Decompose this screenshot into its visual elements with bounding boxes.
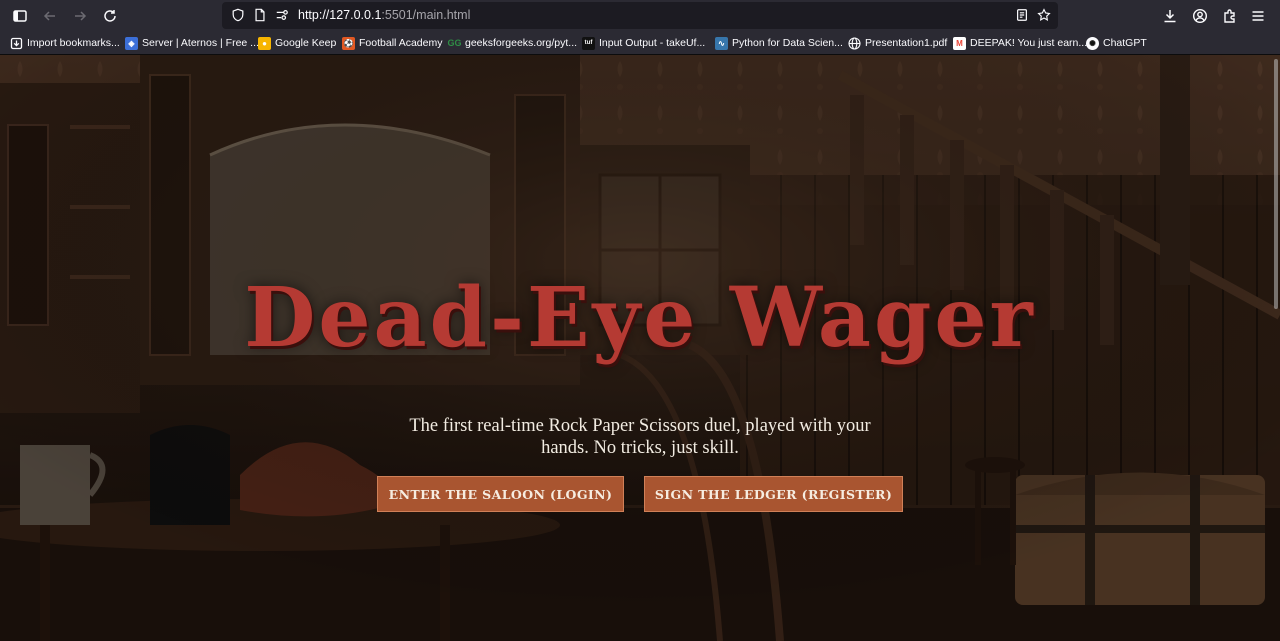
hero-subtitle: The first real-time Rock Paper Scissors … bbox=[409, 416, 871, 458]
bookmark-label: Server | Aternos | Free ... bbox=[142, 37, 259, 49]
sidebar-toggle-icon[interactable] bbox=[8, 4, 32, 28]
bookmark-label: DEEPAK! You just earn... bbox=[970, 37, 1088, 49]
bookmark-presentation[interactable]: Presentation1.pdf bbox=[848, 35, 947, 51]
bookmark-label: Presentation1.pdf bbox=[865, 37, 948, 49]
game-title: Dead-Eye Wager bbox=[244, 270, 1036, 366]
browser-toolbar: http://127.0.0.1:5501/main.html bbox=[0, 0, 1280, 31]
permissions-icon[interactable] bbox=[274, 7, 290, 23]
tracking-protection-icon[interactable] bbox=[230, 7, 246, 23]
bookmark-python[interactable]: ∿ Python for Data Scien... bbox=[715, 35, 843, 51]
bookmark-star-icon[interactable] bbox=[1036, 7, 1052, 23]
football-academy-icon: ⚽ bbox=[342, 36, 355, 50]
register-button[interactable]: SIGN THE LEDGER (REGISTER) bbox=[644, 476, 903, 512]
geeksforgeeks-icon: GG bbox=[447, 38, 462, 48]
google-keep-icon: ● bbox=[258, 36, 271, 50]
downloads-icon[interactable] bbox=[1158, 4, 1182, 28]
bookmark-takeuforward[interactable]: tuf Input Output - takeUf... bbox=[582, 35, 705, 51]
url-text: http://127.0.0.1:5501/main.html bbox=[298, 8, 470, 22]
back-icon[interactable] bbox=[38, 4, 62, 28]
globe-icon bbox=[848, 36, 861, 50]
page-viewport: Dead-Eye Wager The first real-time Rock … bbox=[0, 55, 1280, 641]
python-icon: ∿ bbox=[715, 36, 728, 50]
bookmark-label: Football Academy bbox=[359, 37, 443, 49]
reader-view-icon[interactable] bbox=[1014, 7, 1030, 23]
bookmark-label: geeksforgeeks.org/pyt... bbox=[465, 37, 578, 49]
bookmark-label: Import bookmarks... bbox=[27, 37, 120, 49]
extensions-icon[interactable] bbox=[1218, 4, 1242, 28]
bookmark-aternos[interactable]: ◈ Server | Aternos | Free ... bbox=[125, 35, 259, 51]
bookmark-label: Google Keep bbox=[275, 37, 337, 49]
reload-icon[interactable] bbox=[98, 4, 122, 28]
bookmark-google-keep[interactable]: ● Google Keep bbox=[258, 35, 336, 51]
bookmark-label: ChatGPT bbox=[1103, 37, 1147, 49]
url-host: http://127.0.0.1 bbox=[298, 8, 382, 22]
forward-icon[interactable] bbox=[68, 4, 92, 28]
bookmark-chatgpt[interactable]: ✺ ChatGPT bbox=[1086, 35, 1147, 51]
login-button[interactable]: ENTER THE SALOON (LOGIN) bbox=[377, 476, 624, 512]
menu-icon[interactable] bbox=[1246, 4, 1270, 28]
takeuforward-icon: tuf bbox=[582, 36, 595, 50]
account-icon[interactable] bbox=[1188, 4, 1212, 28]
chatgpt-icon: ✺ bbox=[1086, 36, 1099, 50]
address-bar[interactable]: http://127.0.0.1:5501/main.html bbox=[222, 2, 1058, 29]
bookmark-import[interactable]: Import bookmarks... bbox=[10, 35, 120, 51]
gmail-icon: M bbox=[953, 36, 966, 50]
bookmark-geeksforgeeks[interactable]: GG geeksforgeeks.org/pyt... bbox=[447, 35, 578, 51]
bookmark-gmail[interactable]: M DEEPAK! You just earn... bbox=[953, 35, 1087, 51]
url-path: :5501/main.html bbox=[381, 8, 471, 22]
bookmark-football-academy[interactable]: ⚽ Football Academy bbox=[342, 35, 442, 51]
bookmarks-toolbar: Import bookmarks... ◈ Server | Aternos |… bbox=[0, 31, 1280, 55]
aternos-icon: ◈ bbox=[125, 36, 138, 50]
bookmark-label: Input Output - takeUf... bbox=[599, 37, 706, 49]
import-icon bbox=[10, 37, 23, 50]
bookmark-label: Python for Data Scien... bbox=[732, 37, 843, 49]
page-info-icon[interactable] bbox=[252, 7, 268, 23]
